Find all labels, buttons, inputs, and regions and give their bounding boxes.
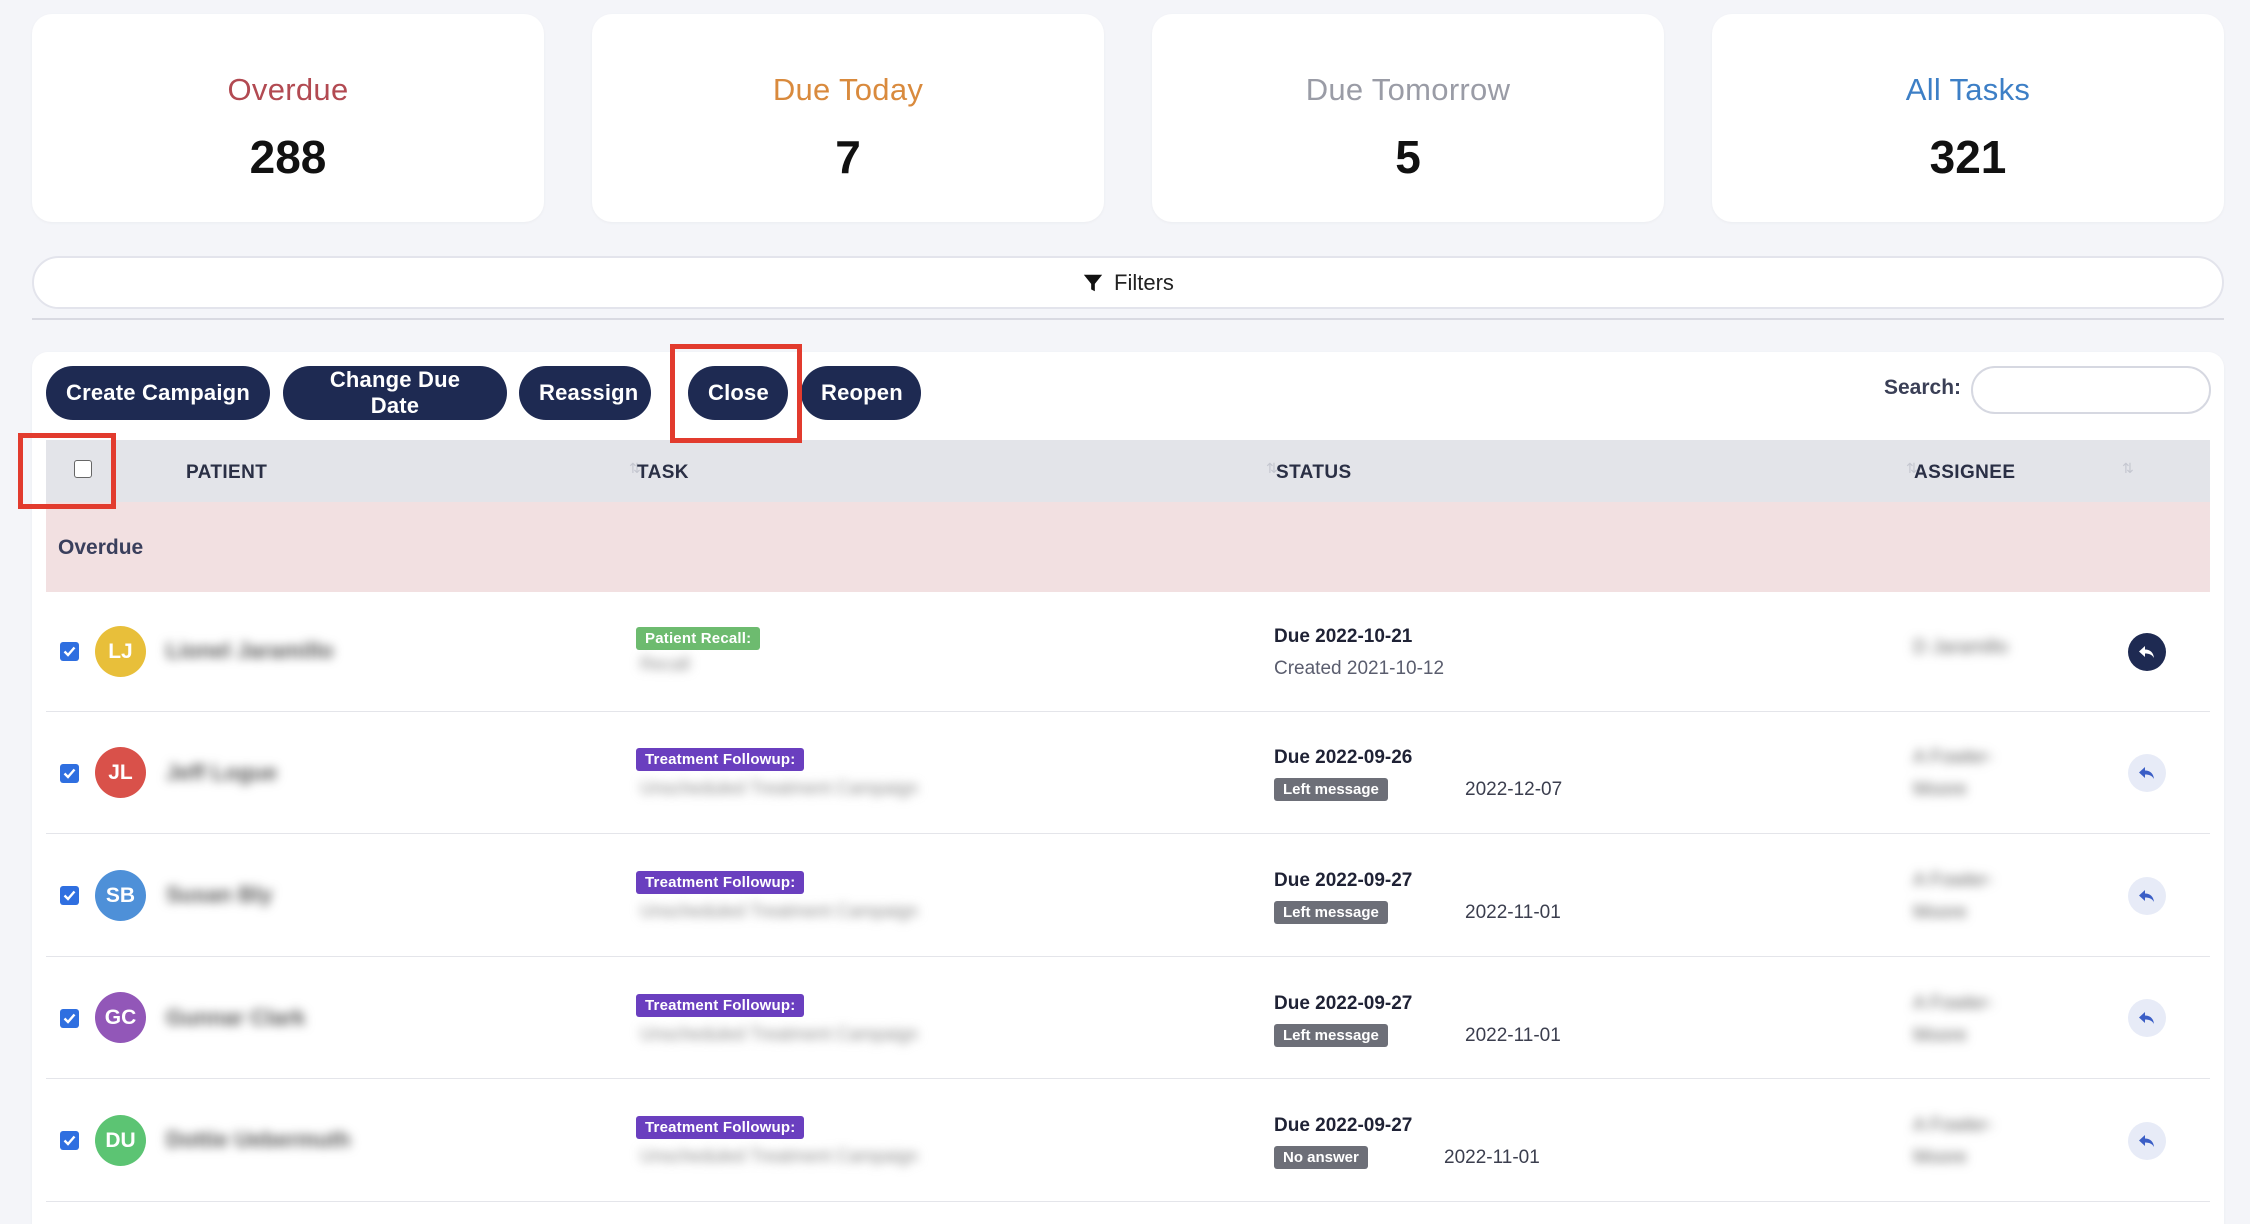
avatar: JL (95, 747, 146, 798)
table-row[interactable]: LJ Lionel Jaramillo Patient Recall: Reca… (46, 592, 2210, 712)
created-date: Created 2021-10-12 (1274, 658, 1445, 679)
select-all-checkbox[interactable] (74, 460, 92, 478)
status-date: 2022-11-01 (1465, 902, 1561, 923)
task-type-badge: Treatment Followup: (636, 994, 805, 1017)
status-badge: Left message (1274, 778, 1388, 801)
due-date: Due 2022-09-27 (1274, 1115, 1413, 1136)
row-checkbox[interactable] (60, 886, 79, 905)
status-date: 2022-12-07 (1465, 779, 1563, 800)
sort-icon: ⇅ (2122, 460, 2134, 476)
avatar: DU (95, 1115, 146, 1166)
group-label: Overdue (58, 536, 144, 559)
row-checkbox[interactable] (60, 642, 79, 661)
reopen-button[interactable]: Reopen (801, 366, 921, 420)
stat-value: 321 (1929, 131, 2007, 183)
divider (32, 318, 2224, 320)
funnel-icon (1083, 274, 1103, 291)
stat-label: Due Tomorrow (1305, 72, 1511, 107)
filters-toggle[interactable]: Filters (32, 256, 2224, 309)
row-checkbox[interactable] (60, 1131, 79, 1150)
status-badge: No answer (1274, 1146, 1368, 1169)
task-type-badge: Patient Recall: (636, 627, 761, 650)
status-date: 2022-11-01 (1465, 1025, 1561, 1046)
task-detail: Recall (640, 654, 691, 674)
avatar: SB (95, 870, 146, 921)
patient-name[interactable]: Susan Bly (166, 882, 272, 908)
reopen-row-button[interactable] (2128, 754, 2166, 792)
column-header-assignee[interactable]: ASSIGNEE (1914, 462, 2015, 484)
stat-card-due-today[interactable]: Due Today 7 (592, 14, 1104, 222)
checkmark-icon (63, 1013, 76, 1024)
table-row[interactable]: SB Susan Bly Treatment Followup: Unsched… (46, 834, 2210, 957)
reply-icon (2139, 767, 2154, 779)
assignee-name: A Fowler-Moore (1913, 993, 1994, 1046)
stat-label: Due Today (772, 72, 924, 107)
column-header-patient[interactable]: PATIENT (186, 462, 267, 484)
stat-value: 5 (1395, 131, 1421, 183)
due-date: Due 2022-09-27 (1274, 870, 1413, 891)
due-date: Due 2022-09-27 (1274, 993, 1413, 1014)
assignee-name: D Jaramillo (1913, 637, 2009, 658)
row-checkbox[interactable] (60, 764, 79, 783)
assignee-name: A Fowler-Moore (1913, 747, 1994, 800)
table-row[interactable]: GC Gunnar Clark Treatment Followup: Unsc… (46, 957, 2210, 1079)
stat-value: 288 (249, 131, 327, 183)
due-date: Due 2022-10-21 (1274, 626, 1413, 647)
task-detail: Unscheduled Treatment Campaign (640, 1024, 919, 1044)
avatar: LJ (95, 626, 146, 677)
reply-icon (2139, 1012, 2154, 1024)
reply-icon (2139, 1135, 2154, 1147)
patient-name[interactable]: Gunnar Clark (166, 1005, 305, 1031)
task-detail: Unscheduled Treatment Campaign (640, 778, 919, 798)
reply-icon (2139, 646, 2154, 658)
change-due-date-button[interactable]: Change Due Date (283, 366, 507, 420)
filters-label: Filters (1114, 269, 1174, 295)
task-type-badge: Treatment Followup: (636, 748, 805, 771)
reopen-row-button[interactable] (2128, 1122, 2166, 1160)
avatar: GC (95, 992, 146, 1043)
stat-card-due-tomorrow[interactable]: Due Tomorrow 5 (1152, 14, 1664, 222)
checkmark-icon (63, 646, 76, 657)
checkmark-icon (63, 768, 76, 779)
group-row-overdue: Overdue (46, 502, 2210, 592)
task-detail: Unscheduled Treatment Campaign (640, 901, 919, 921)
column-header-status[interactable]: STATUS (1276, 462, 1352, 484)
table-header: PATIENT ⇅ TASK ⇅ STATUS ⇅ ASSIGNEE ⇅ (46, 440, 2210, 502)
stats-summary: Overdue 288 Due Today 7 Due Tomorrow 5 A… (32, 14, 2224, 222)
reopen-row-button[interactable] (2128, 877, 2166, 915)
patient-name[interactable]: Dottie Uebermuth (166, 1127, 351, 1153)
patient-name[interactable]: Lionel Jaramillo (166, 638, 334, 664)
table-row[interactable]: JL Jeff Logue Treatment Followup: Unsche… (46, 712, 2210, 834)
stat-card-all-tasks[interactable]: All Tasks 321 (1712, 14, 2224, 222)
reopen-row-button[interactable] (2128, 633, 2166, 671)
stat-card-overdue[interactable]: Overdue 288 (32, 14, 544, 222)
tasks-panel: Create Campaign Change Due Date Reassign… (32, 352, 2224, 1224)
checkmark-icon (63, 1135, 76, 1146)
task-detail: Unscheduled Treatment Campaign (640, 1146, 919, 1166)
patient-name[interactable]: Jeff Logue (166, 760, 277, 786)
stat-label: All Tasks (1905, 72, 2031, 107)
search-input[interactable] (1971, 366, 2211, 414)
status-badge: Left message (1274, 901, 1388, 924)
row-checkbox[interactable] (60, 1009, 79, 1028)
table-row[interactable]: DU Dottie Uebermuth Treatment Followup: … (46, 1079, 2210, 1202)
reassign-button[interactable]: Reassign (519, 366, 651, 420)
task-type-badge: Treatment Followup: (636, 871, 805, 894)
reopen-row-button[interactable] (2128, 999, 2166, 1037)
reply-icon (2139, 890, 2154, 902)
due-date: Due 2022-09-26 (1274, 747, 1413, 768)
stat-value: 7 (835, 131, 861, 183)
checkmark-icon (63, 890, 76, 901)
status-badge: Left message (1274, 1024, 1388, 1047)
stat-label: Overdue (227, 72, 349, 107)
assignee-name: A Fowler-Moore (1913, 870, 1994, 923)
create-campaign-button[interactable]: Create Campaign (46, 366, 270, 420)
column-header-task[interactable]: TASK (637, 462, 689, 484)
search-label: Search: (1884, 376, 1962, 399)
status-date: 2022-11-01 (1444, 1147, 1540, 1168)
task-type-badge: Treatment Followup: (636, 1116, 805, 1139)
assignee-name: A Fowler-Moore (1913, 1115, 1994, 1168)
close-button[interactable]: Close (688, 366, 788, 420)
